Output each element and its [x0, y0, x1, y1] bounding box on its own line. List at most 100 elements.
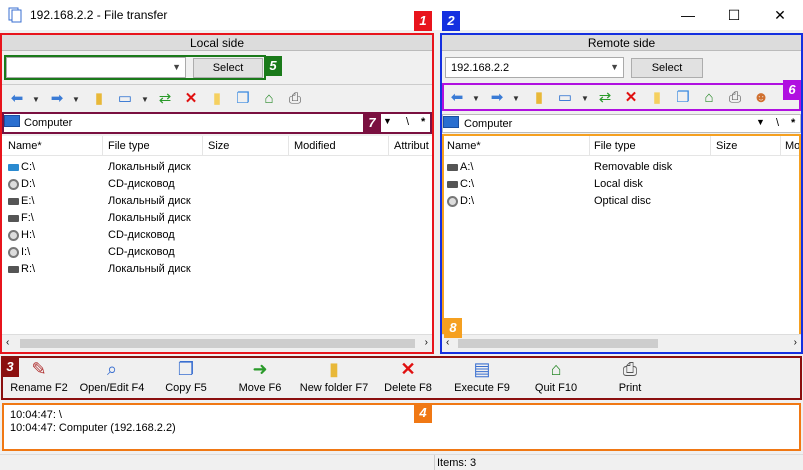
chevron-down-icon[interactable]: ▼ — [32, 95, 40, 104]
row-type: Локальный диск — [108, 212, 191, 224]
maximize-button[interactable]: ☐ — [711, 0, 757, 30]
drive-icon — [8, 265, 19, 273]
remote-path-dropdown[interactable]: ▼ — [756, 117, 765, 127]
printer-icon: ⎙ — [622, 358, 638, 379]
remote-col-modified[interactable]: Mo — [785, 140, 800, 152]
floppy-drive-icon — [447, 163, 458, 171]
computer-icon[interactable]: ▭ — [556, 88, 574, 106]
print-icon[interactable]: ⎙ — [286, 89, 304, 107]
badge-7: 7 — [363, 113, 381, 133]
chevron-down-icon[interactable]: ▼ — [581, 94, 589, 103]
up-folder-icon[interactable]: ▮ — [530, 88, 548, 106]
move-button[interactable]: ➜ Move F6 — [232, 358, 288, 400]
row-type: Локальный диск — [108, 195, 191, 207]
open-edit-button[interactable]: ⌕ Open/Edit F4 — [76, 358, 148, 400]
remote-select-button[interactable]: Select — [631, 58, 703, 78]
local-list-header: Name* File type Size Modified Attribut — [2, 136, 432, 156]
row-type: CD-дисковод — [108, 229, 175, 241]
print-button[interactable]: ⎙ Print — [608, 358, 652, 400]
table-row[interactable]: D:\ — [8, 178, 35, 195]
log-panel[interactable]: 10:04:47: \ 10:04:47: Computer (192.168.… — [2, 403, 801, 451]
badge-8: 8 — [444, 318, 462, 338]
remote-path-filter-button[interactable]: * — [791, 117, 795, 129]
local-col-type[interactable]: File type — [108, 140, 150, 152]
scroll-left-icon[interactable]: ‹ — [6, 337, 9, 348]
chevron-down-icon[interactable]: ▼ — [141, 95, 149, 104]
chevron-down-icon[interactable]: ▼ — [512, 94, 520, 103]
local-path-dropdown[interactable]: ▼ — [383, 116, 392, 126]
execute-button[interactable]: ▤ Execute F9 — [450, 358, 514, 400]
back-arrow-icon[interactable]: ⬅ — [448, 88, 466, 106]
scroll-thumb[interactable] — [20, 339, 415, 348]
table-row[interactable]: F:\ — [8, 212, 34, 229]
refresh-icon[interactable]: ⇄ — [596, 88, 614, 106]
local-host-combo[interactable]: ▼ — [6, 57, 186, 78]
close-button[interactable]: ✕ — [757, 0, 803, 30]
table-row[interactable]: A:\ — [447, 161, 473, 178]
new-folder-icon[interactable]: ▮ — [648, 88, 666, 106]
table-row[interactable]: C:\ — [447, 178, 474, 195]
scroll-right-icon[interactable]: › — [794, 337, 797, 348]
computer-icon — [4, 115, 20, 127]
remote-path-root-button[interactable]: \ — [776, 117, 779, 129]
copy-icon[interactable]: ❐ — [234, 89, 252, 107]
local-path-root-button[interactable]: \ — [406, 116, 409, 128]
chevron-down-icon: ▼ — [610, 62, 619, 72]
row-type: Optical disc — [594, 195, 651, 207]
table-row[interactable]: I:\ — [8, 246, 30, 263]
local-col-attributes[interactable]: Attribut — [394, 140, 429, 152]
delete-x-icon[interactable]: ✕ — [622, 88, 640, 106]
back-arrow-icon[interactable]: ⬅ — [8, 89, 26, 107]
pencil-icon: ✎ — [31, 358, 47, 379]
delete-x-icon[interactable]: ✕ — [182, 89, 200, 107]
table-row[interactable]: C:\ — [8, 161, 35, 178]
print-icon[interactable]: ⎙ — [726, 88, 744, 106]
table-row[interactable]: D:\ — [447, 195, 474, 212]
local-select-button[interactable]: Select — [193, 58, 263, 78]
row-type: Локальный диск — [108, 263, 191, 275]
remote-col-size[interactable]: Size — [716, 140, 737, 152]
title-bar: 192.168.2.2 - File transfer — ☐ ✕ — [0, 0, 803, 30]
new-folder-button[interactable]: ▮ New folder F7 — [296, 358, 372, 400]
chevron-down-icon[interactable]: ▼ — [72, 95, 80, 104]
local-path-text: Computer — [24, 117, 73, 129]
drive-icon — [8, 214, 19, 222]
chevron-down-icon[interactable]: ▼ — [472, 94, 480, 103]
local-col-modified[interactable]: Modified — [294, 140, 336, 152]
scroll-right-icon[interactable]: › — [425, 337, 428, 348]
remote-col-name[interactable]: Name* — [447, 140, 481, 152]
quit-button[interactable]: ⌂ Quit F10 — [530, 358, 582, 400]
table-row[interactable]: R:\ — [8, 263, 35, 280]
up-folder-icon[interactable]: ▮ — [90, 89, 108, 107]
home-icon[interactable]: ⌂ — [700, 88, 718, 106]
user-icon[interactable]: ☻ — [752, 88, 770, 106]
remote-panel-header: Remote side — [442, 35, 801, 51]
new-folder-icon[interactable]: ▮ — [208, 89, 226, 107]
refresh-icon[interactable]: ⇄ — [156, 89, 174, 107]
remote-col-type[interactable]: File type — [594, 140, 636, 152]
local-col-name[interactable]: Name* — [8, 140, 42, 152]
scroll-left-icon[interactable]: ‹ — [446, 337, 449, 348]
log-line: 10:04:47: Computer (192.168.2.2) — [10, 422, 176, 434]
table-row[interactable]: E:\ — [8, 195, 34, 212]
home-icon[interactable]: ⌂ — [260, 89, 278, 107]
minimize-button[interactable]: — — [665, 0, 711, 30]
table-row[interactable]: H:\ — [8, 229, 35, 246]
chevron-down-icon: ▼ — [172, 62, 181, 72]
forward-arrow-icon[interactable]: ➡ — [48, 89, 66, 107]
local-col-size[interactable]: Size — [208, 140, 229, 152]
local-file-list[interactable]: Name* File type Size Modified Attribut C… — [2, 136, 432, 336]
remote-file-list[interactable]: Name* File type Size Mo A:\ Removable di… — [442, 136, 801, 336]
local-path-filter-button[interactable]: * — [421, 116, 425, 128]
delete-button[interactable]: ✕ Delete F8 — [380, 358, 436, 400]
scroll-thumb[interactable] — [458, 339, 658, 348]
move-folder-icon: ➜ — [252, 358, 268, 379]
remote-host-combo[interactable]: 192.168.2.2 ▼ — [445, 57, 624, 78]
forward-arrow-icon[interactable]: ➡ — [488, 88, 506, 106]
row-type: CD-дисковод — [108, 178, 175, 190]
copy-button[interactable]: ❐ Copy F5 — [156, 358, 216, 400]
copy-icon[interactable]: ❐ — [674, 88, 692, 106]
remote-hscrollbar[interactable]: ‹ › — [442, 334, 801, 351]
local-hscrollbar[interactable]: ‹ › — [2, 334, 432, 351]
computer-icon[interactable]: ▭ — [116, 89, 134, 107]
